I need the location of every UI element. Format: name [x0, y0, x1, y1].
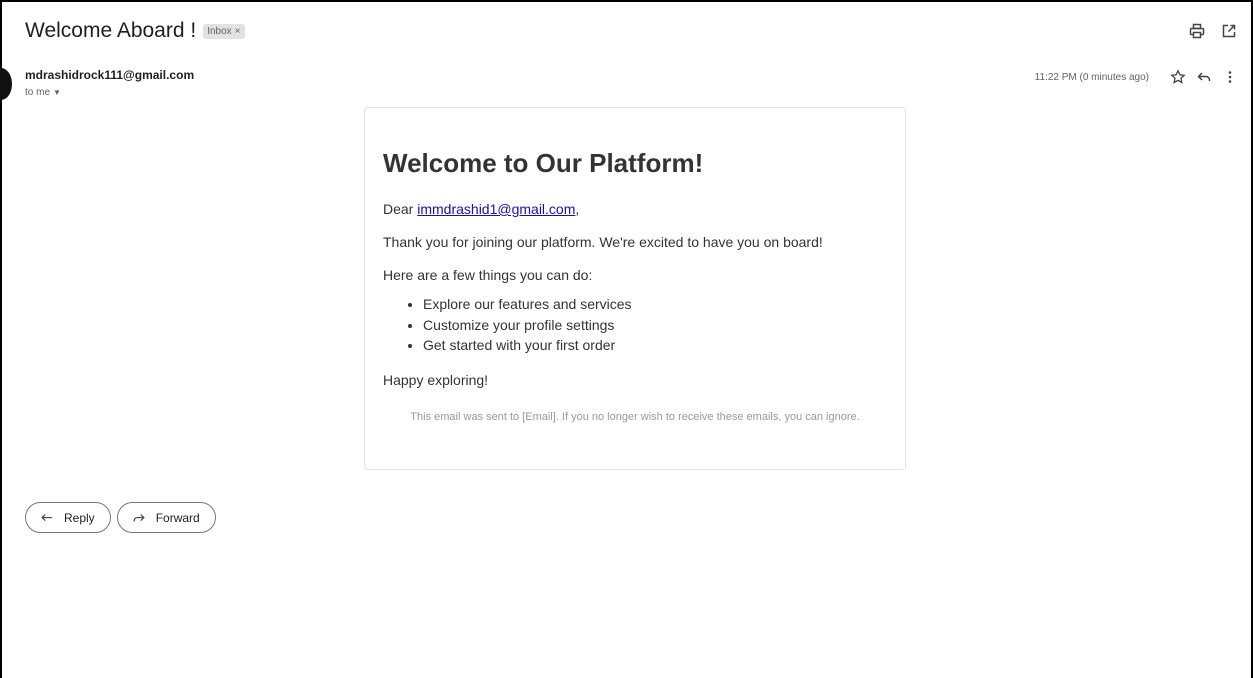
print-icon[interactable] [1187, 21, 1207, 41]
recipient-text: to me [25, 87, 51, 98]
greeting: Dear immdrashid1@gmail.com, [383, 201, 887, 218]
open-in-new-window-icon[interactable] [1219, 21, 1239, 41]
recipient-email-link[interactable]: immdrashid1@gmail.com [417, 201, 575, 217]
thanks-paragraph: Thank you for joining our platform. We'r… [383, 234, 823, 250]
message-timestamp: 11:22 PM (0 minutes ago) [1034, 71, 1149, 83]
list-item: Explore our features and services [423, 294, 887, 315]
list-item: Customize your profile settings [423, 315, 887, 336]
reply-button[interactable]: Reply [25, 502, 111, 533]
chevron-down-icon: ▼ [53, 88, 61, 97]
intro-paragraph: Here are a few things you can do: [383, 267, 593, 283]
remove-label-button[interactable]: × [235, 26, 241, 37]
closing-paragraph: Happy exploring! [383, 371, 489, 388]
email-footer-note: This email was sent to [Email]. If you n… [410, 410, 860, 423]
recipient-toggle[interactable]: to me ▼ [25, 87, 61, 98]
feature-list: Explore our features and services Custom… [423, 294, 887, 356]
greeting-prefix: Dear [383, 201, 418, 217]
email-body-card: Welcome to Our Platform! Dear immdrashid… [364, 107, 906, 470]
reply-icon [40, 511, 54, 525]
top-actions [1187, 21, 1239, 41]
forward-label: Forward [155, 510, 200, 525]
email-subject: Welcome Aboard ! [25, 19, 197, 42]
reply-icon[interactable] [1193, 67, 1215, 87]
forward-icon [132, 511, 146, 525]
more-vertical-icon[interactable] [1219, 67, 1241, 87]
sender-email[interactable]: mdrashidrock111@gmail.com [25, 68, 194, 82]
email-heading: Welcome to Our Platform! [383, 148, 704, 178]
subject-row: Welcome Aboard ! Inbox × [25, 19, 245, 43]
forward-button[interactable]: Forward [116, 502, 216, 533]
greeting-suffix: , [575, 201, 580, 217]
message-meta: 11:22 PM (0 minutes ago) [1035, 67, 1241, 87]
label-text: Inbox [207, 25, 232, 37]
inbox-label-chip[interactable]: Inbox × [203, 23, 245, 39]
reply-label: Reply [64, 510, 95, 525]
star-icon[interactable] [1167, 67, 1189, 87]
reply-actions: Reply Forward [25, 502, 216, 533]
list-item: Get started with your first order [423, 335, 887, 356]
